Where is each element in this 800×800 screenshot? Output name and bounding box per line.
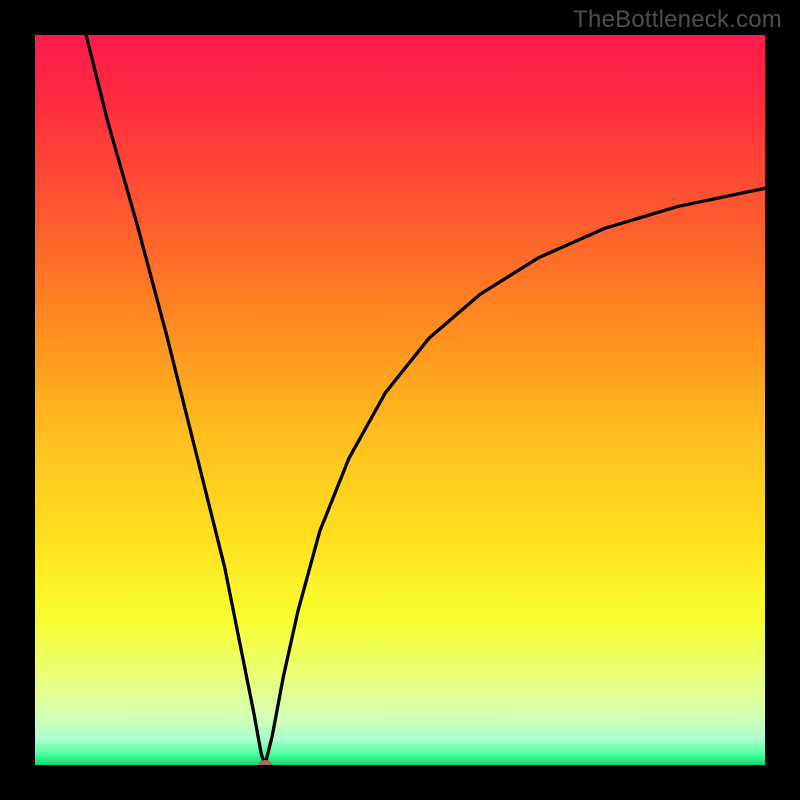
- optimal-point-marker: [258, 760, 272, 765]
- plot-area: [35, 35, 765, 765]
- bottleneck-curve: [35, 35, 765, 765]
- watermark-text: TheBottleneck.com: [573, 6, 782, 34]
- chart-frame: TheBottleneck.com: [0, 0, 800, 800]
